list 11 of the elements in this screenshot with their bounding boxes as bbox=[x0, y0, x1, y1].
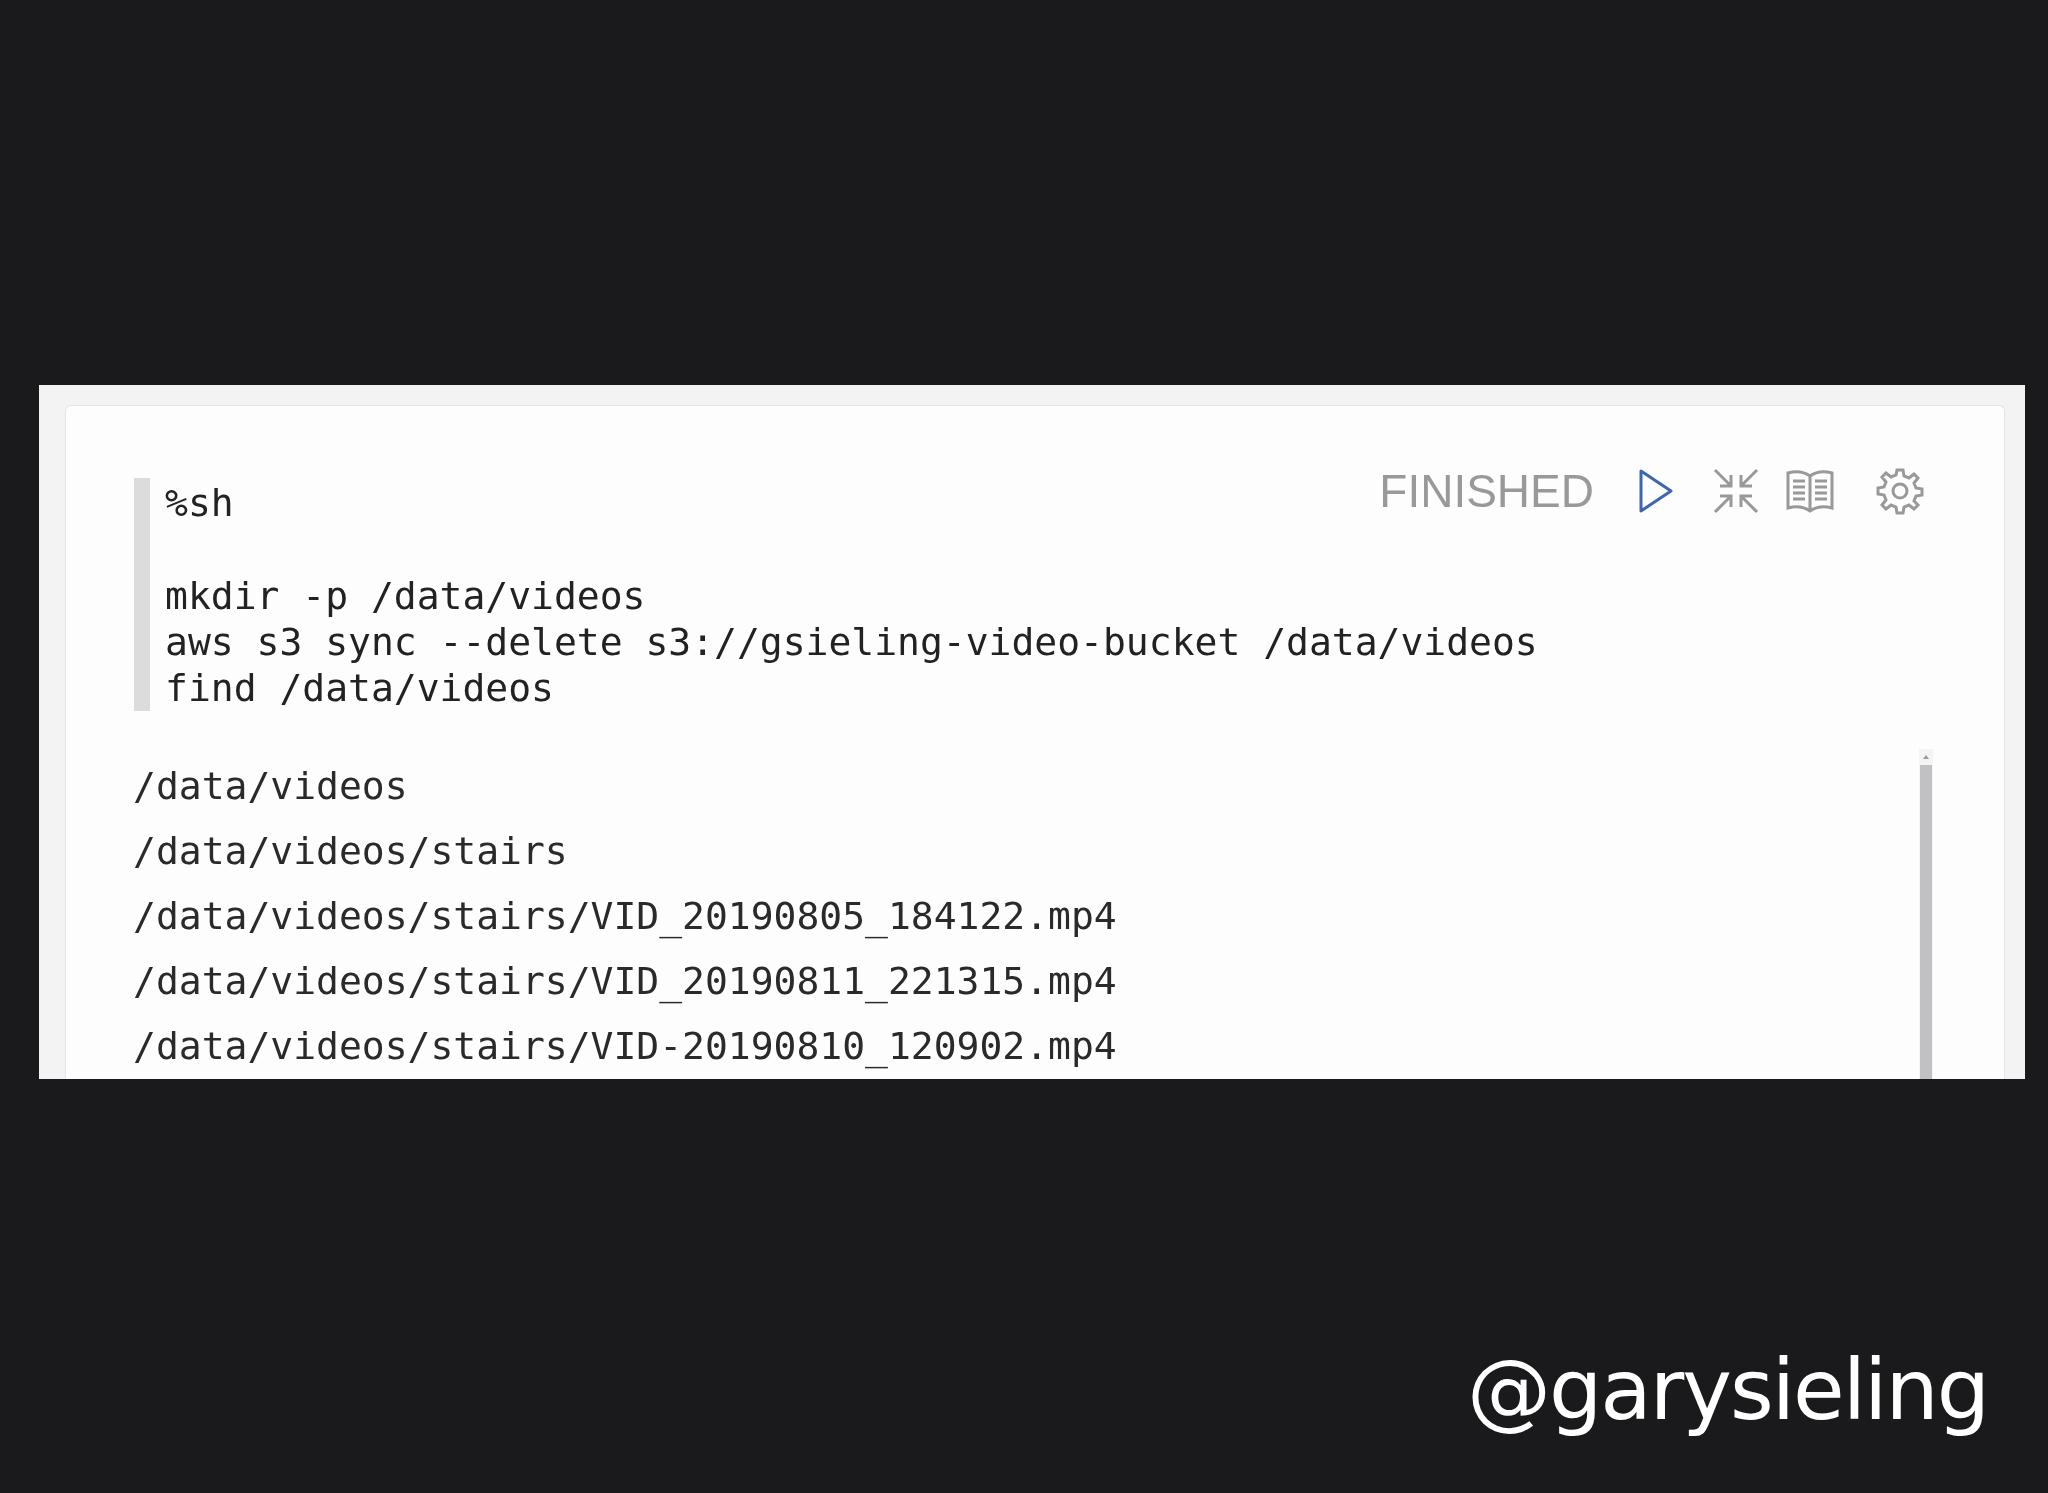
status-label: FINISHED bbox=[1379, 464, 1594, 518]
code-line: find /data/videos bbox=[165, 665, 554, 711]
code-line: mkdir -p /data/videos bbox=[165, 573, 646, 619]
presenter-handle: @garysieling bbox=[1465, 1341, 1988, 1439]
output-line: /data/videos/stairs/VID_20190811_221315.mp4 bbox=[133, 958, 1118, 1004]
output-line: /data/videos/stairs bbox=[133, 828, 569, 874]
interpreter-directive: %sh bbox=[165, 480, 234, 526]
output-line: /data/videos/stairs/VID_20190805_184122.mp4 bbox=[133, 893, 1118, 939]
output-line: /data/videos bbox=[133, 763, 409, 809]
code-line: aws s3 sync --delete s3://gsieling-video-bucket /data/videos bbox=[165, 619, 1538, 665]
output-line: /data/videos/stairs/VID-20190810_120902.mp4 bbox=[133, 1023, 1118, 1069]
